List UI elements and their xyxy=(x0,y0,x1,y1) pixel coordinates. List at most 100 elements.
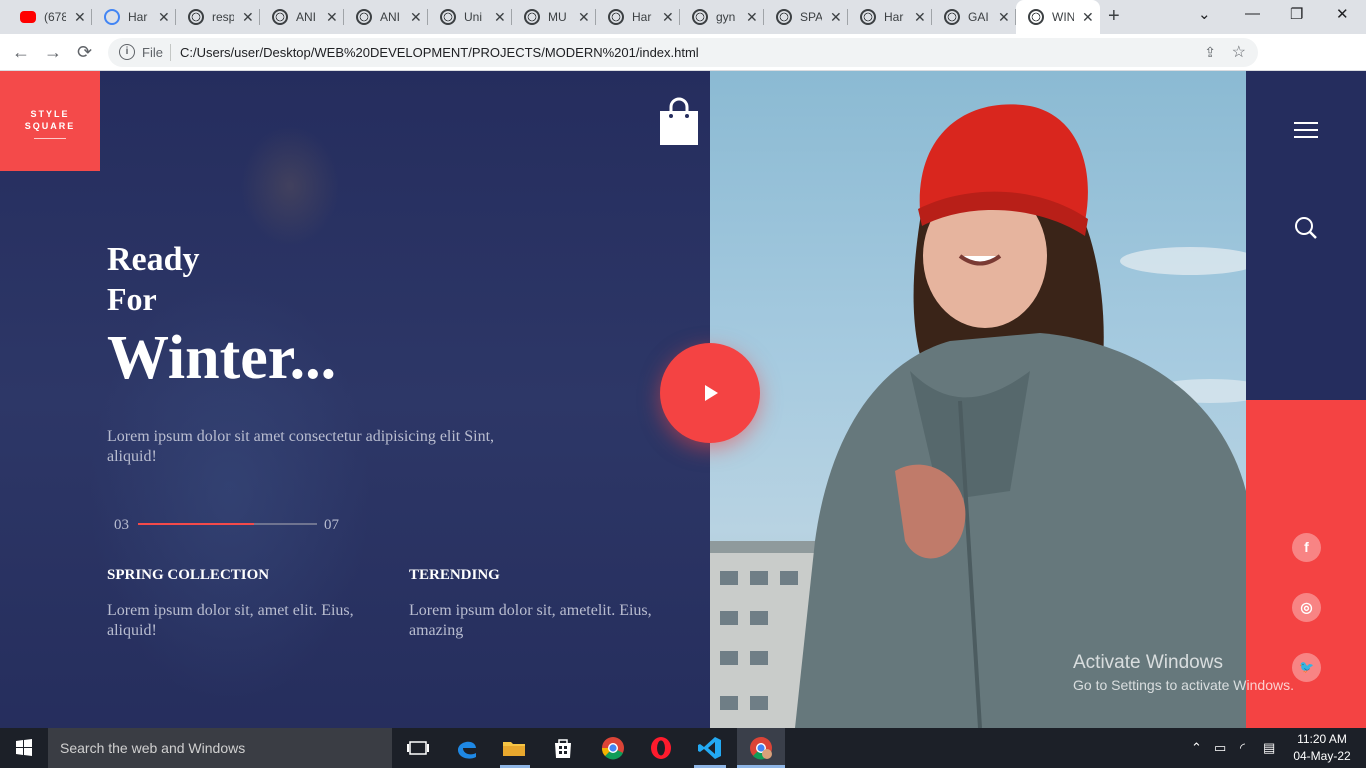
activate-windows-watermark: Activate Windows Go to Settings to activ… xyxy=(1073,652,1294,693)
reload-button[interactable]: ⟳ xyxy=(77,42,92,63)
browser-tab[interactable]: WIN ✕ xyxy=(1016,0,1100,34)
browser-tab[interactable]: Har ✕ xyxy=(848,0,932,34)
omnibox[interactable]: i File C:/Users/user/Desktop/WEB%20DEVEL… xyxy=(108,38,1258,67)
globe-icon xyxy=(356,9,372,25)
slide-progress-fill xyxy=(138,523,255,525)
spring-collection-title[interactable]: SPRING COLLECTION xyxy=(107,567,269,584)
tab-close-icon[interactable]: ✕ xyxy=(662,9,674,26)
logo-line-2: SQUARE xyxy=(24,121,76,131)
play-video-button[interactable] xyxy=(660,343,760,443)
play-icon xyxy=(705,385,718,401)
woman-winter-photo xyxy=(710,104,1246,728)
trending-text: Lorem ipsum dolor sit, ametelit. Eius, a… xyxy=(409,602,652,639)
browser-tab-title: gyn xyxy=(716,10,736,24)
browser-tab-title: ANI xyxy=(380,10,401,24)
watermark-subtitle: Go to Settings to activate Windows. xyxy=(1073,677,1294,693)
tab-close-icon[interactable]: ✕ xyxy=(578,9,590,26)
taskbar-search-box[interactable]: Search the web and Windows xyxy=(48,728,392,768)
browser-tab[interactable]: resp ✕ xyxy=(176,0,260,34)
globe-icon xyxy=(188,9,204,25)
windows-taskbar: Search the web and Windows ⌃ ▭ ◜ ▤ 11:20… xyxy=(0,728,1366,768)
tab-close-icon[interactable]: ✕ xyxy=(830,9,842,26)
edge-browser-icon[interactable] xyxy=(453,734,481,762)
hero-heading-winter: Winter... xyxy=(107,324,337,392)
globe-icon xyxy=(440,9,456,25)
maximize-button[interactable]: ❐ xyxy=(1290,5,1303,23)
tray-chevron-icon[interactable]: ⌃ xyxy=(1191,740,1202,756)
browser-tab-title: (678 xyxy=(44,10,66,24)
url-text[interactable]: C:/Users/user/Desktop/WEB%20DEVELOPMENT/… xyxy=(180,45,699,60)
chrome-icon[interactable] xyxy=(599,734,627,762)
file-explorer-icon[interactable] xyxy=(500,734,528,762)
slide-total-number: 07 xyxy=(324,517,339,533)
browser-tab[interactable]: ANI ✕ xyxy=(260,0,344,34)
tab-close-icon[interactable]: ✕ xyxy=(998,9,1010,26)
hero-photo xyxy=(710,71,1246,728)
youtube-icon xyxy=(20,11,36,23)
browser-tab[interactable]: MU ✕ xyxy=(512,0,596,34)
battery-icon[interactable]: ▭ xyxy=(1214,740,1226,756)
back-button[interactable]: ← xyxy=(12,42,30,63)
bookmark-star-icon[interactable]: ☆ xyxy=(1232,42,1246,62)
taskbar-clock[interactable]: 11:20 AM 04-May-22 xyxy=(1290,731,1354,765)
hamburger-menu-icon[interactable] xyxy=(1294,122,1318,138)
browser-tab-title: ANI xyxy=(296,10,317,24)
tab-close-icon[interactable]: ✕ xyxy=(494,9,506,26)
clock-date: 04-May-22 xyxy=(1293,749,1351,763)
close-window-button[interactable]: ✕ xyxy=(1336,5,1349,23)
browser-tab[interactable]: Har ✕ xyxy=(92,0,176,34)
tab-close-icon[interactable]: ✕ xyxy=(242,9,254,26)
hero-description: Lorem ipsum dolor sit amet consectetur a… xyxy=(107,428,495,465)
browser-tab[interactable]: Uni ✕ xyxy=(428,0,512,34)
minimize-button[interactable]: — xyxy=(1245,5,1260,22)
facebook-icon[interactable]: f xyxy=(1292,533,1321,562)
new-tab-button[interactable]: + xyxy=(1108,5,1120,28)
task-view-icon[interactable] xyxy=(404,734,432,762)
logo-underline xyxy=(34,138,66,139)
opera-icon[interactable] xyxy=(647,734,675,762)
browser-tab[interactable]: gyn ✕ xyxy=(680,0,764,34)
browser-tab[interactable]: Har ✕ xyxy=(596,0,680,34)
browser-tab-title: Uni xyxy=(464,10,483,24)
hero-heading-for: For xyxy=(107,281,157,317)
site-logo[interactable]: STYLE SQUARE xyxy=(0,71,100,171)
logo-line-1: STYLE xyxy=(30,109,70,119)
hero-left-panel: STYLE SQUARE Ready For Winter... Lorem i… xyxy=(0,71,710,728)
browser-tab[interactable]: SPA ✕ xyxy=(764,0,848,34)
search-icon[interactable] xyxy=(1294,216,1318,240)
shopping-bag-icon[interactable] xyxy=(658,97,700,147)
browser-tab[interactable]: (678 ✕ xyxy=(8,0,92,34)
store-icon[interactable] xyxy=(549,734,577,762)
slide-progress-track xyxy=(138,523,317,525)
tab-close-icon[interactable]: ✕ xyxy=(410,9,422,26)
tab-close-icon[interactable]: ✕ xyxy=(914,9,926,26)
forward-button[interactable]: → xyxy=(44,42,62,63)
browser-tab-title: SPA xyxy=(800,10,822,24)
tab-close-icon[interactable]: ✕ xyxy=(158,9,170,26)
right-sidebar: f ◎ 🐦 xyxy=(1246,71,1366,728)
tab-close-icon[interactable]: ✕ xyxy=(326,9,338,26)
file-scheme-label: File xyxy=(142,45,163,60)
wifi-icon[interactable]: ◜ xyxy=(1240,740,1245,756)
tab-search-chevron-icon[interactable]: ⌄ xyxy=(1198,5,1211,23)
taskbar-search-placeholder: Search the web and Windows xyxy=(60,740,246,756)
browser-tab[interactable]: GAI ✕ xyxy=(932,0,1016,34)
instagram-icon[interactable]: ◎ xyxy=(1292,593,1321,622)
browser-tab-title: MU xyxy=(548,10,567,24)
tab-close-icon[interactable]: ✕ xyxy=(74,9,86,26)
trending-title[interactable]: TERENDING xyxy=(409,567,500,584)
notifications-icon[interactable]: ▤ xyxy=(1263,740,1275,756)
share-icon[interactable]: ⇪ xyxy=(1204,44,1216,61)
globe-icon xyxy=(776,9,792,25)
windows-start-icon[interactable] xyxy=(0,728,48,768)
browser-tab[interactable]: ANI ✕ xyxy=(344,0,428,34)
browser-tab-title: Har xyxy=(632,10,652,24)
tab-close-icon[interactable]: ✕ xyxy=(1082,9,1094,26)
browser-tab-title: WIN xyxy=(1052,10,1074,24)
vscode-icon[interactable] xyxy=(696,734,724,762)
chrome-profile-icon[interactable] xyxy=(747,734,775,762)
site-info-icon[interactable]: i xyxy=(119,44,135,60)
twitter-icon[interactable]: 🐦 xyxy=(1292,653,1321,682)
globe-icon xyxy=(1028,9,1044,25)
tab-close-icon[interactable]: ✕ xyxy=(746,9,758,26)
